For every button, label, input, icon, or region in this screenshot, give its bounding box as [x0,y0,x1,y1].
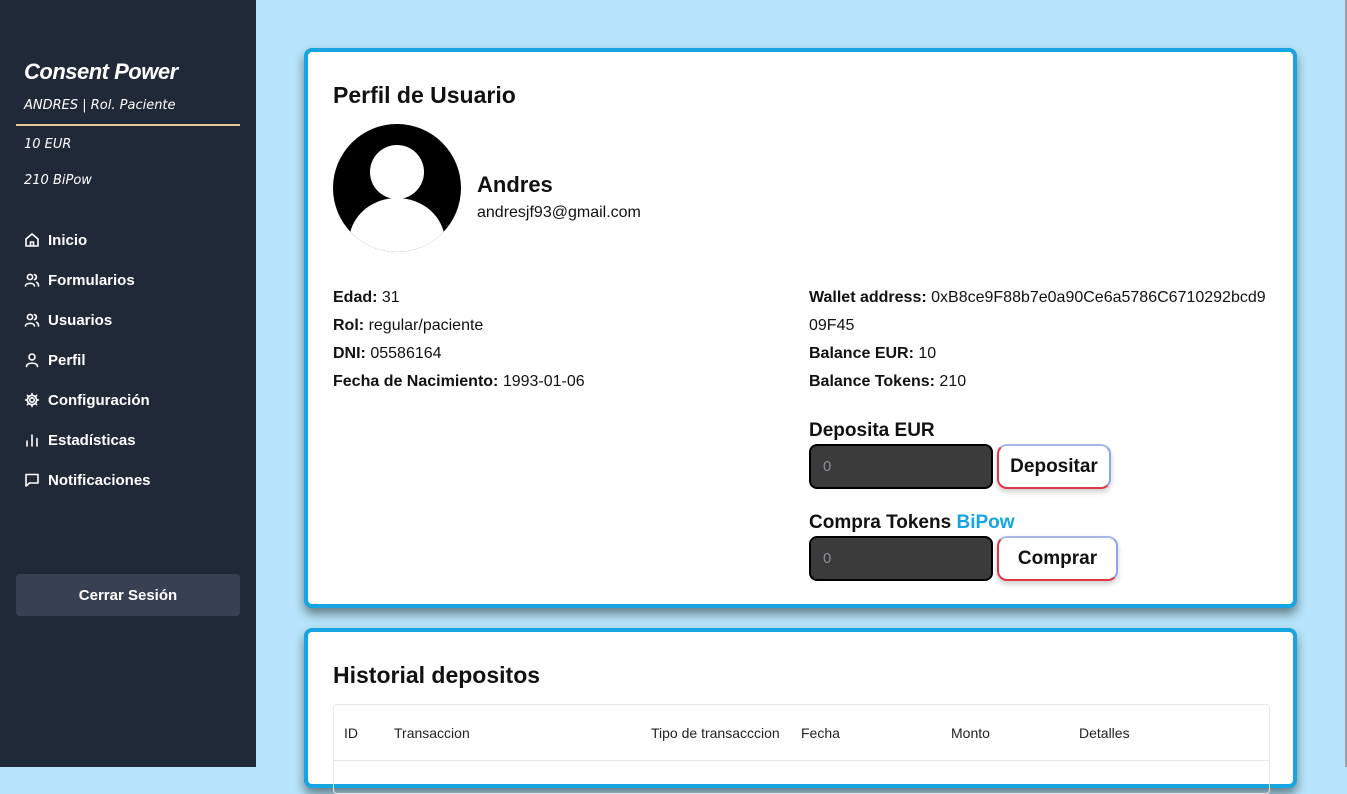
field-label: Balance EUR: [809,345,914,362]
deposit-button[interactable]: Depositar [997,444,1111,489]
column-header-monto[interactable]: Monto [951,725,990,741]
dni-row: DNI: 05586164 [333,340,585,368]
gear-icon [24,392,40,408]
field-value: 10 [918,345,937,362]
wallet-row: Wallet address: 0xB8ce9F88b7e0a90Ce6a578… [809,284,1269,340]
sidebar-item-inicio[interactable]: Inicio [24,220,151,260]
sidebar-item-formularios[interactable]: Formularios [24,260,151,300]
app-brand: Consent Power [24,59,178,84]
balance-tokens-row: Balance Tokens: 210 [809,368,1269,396]
sidebar-eur-balance: 10 EUR [24,137,72,152]
field-label: DNI: [333,345,366,362]
buy-amount-input[interactable] [809,536,993,581]
profile-email: andresjf93@gmail.com [477,204,641,221]
sidebar-item-label: Inicio [48,231,88,249]
deposit-history-card: Historial depositos ID Transaccion Tipo … [304,628,1297,794]
buy-tokens-text: Compra Tokens [809,512,957,533]
field-value: regular/paciente [368,317,484,334]
bipow-highlight: BiPow [956,512,1015,533]
sidebar-item-label: Formularios [48,271,135,289]
history-title: Historial depositos [333,662,541,688]
column-header-transaccion[interactable]: Transaccion [394,725,470,741]
sidebar-item-configuracion[interactable]: Configuración [24,380,151,420]
deposit-label: Deposita EUR [809,420,935,441]
buy-button[interactable]: Comprar [997,536,1118,581]
message-icon [24,472,40,488]
users-icon [24,272,40,288]
sidebar-item-perfil[interactable]: Perfil [24,340,151,380]
field-value: 210 [939,373,967,390]
sidebar-item-label: Configuración [48,391,150,409]
column-header-detalles[interactable]: Detalles [1079,725,1130,741]
profile-title: Perfil de Usuario [333,82,516,108]
deposit-amount-input[interactable] [809,444,993,489]
field-label: Edad: [333,289,378,306]
sidebar-item-label: Notificaciones [48,471,151,489]
field-value: 05586164 [370,345,442,362]
sidebar-item-estadisticas[interactable]: Estadísticas [24,420,151,460]
sidebar-item-usuarios[interactable]: Usuarios [24,300,151,340]
sidebar-nav: Inicio Formularios Usuarios Perfil Confi… [24,220,151,500]
field-value: 31 [381,289,400,306]
wallet-info: Wallet address: 0xB8ce9F88b7e0a90Ce6a578… [809,284,1269,396]
field-label: Wallet address: [809,289,927,306]
profile-name: Andres [477,172,553,197]
field-label: Balance Tokens: [809,373,935,390]
sidebar-divider [16,124,240,126]
buy-tokens-label: Compra Tokens BiPow [809,512,1015,534]
column-header-tipo[interactable]: Tipo de transacccion [651,725,780,741]
logout-button[interactable]: Cerrar Sesión [16,574,240,616]
birthdate-row: Fecha de Nacimiento: 1993-01-06 [333,368,585,396]
user-role-label: ANDRES | Rol. Paciente [24,98,176,113]
sidebar: Consent Power ANDRES | Rol. Paciente 10 … [0,0,256,767]
sidebar-item-label: Perfil [48,351,86,369]
column-header-fecha[interactable]: Fecha [801,725,840,741]
column-header-id[interactable]: ID [344,725,358,741]
bar-chart-icon [24,432,40,448]
users-icon [24,312,40,328]
field-value: 1993-01-06 [502,373,585,390]
user-icon [24,352,40,368]
sidebar-item-label: Estadísticas [48,431,136,449]
history-table: ID Transaccion Tipo de transacccion Fech… [333,704,1270,794]
sidebar-bipow-balance: 210 BiPow [24,173,92,188]
profile-card: Perfil de Usuario Andres andresjf93@gmai… [304,48,1297,608]
home-icon [24,232,40,248]
role-row: Rol: regular/paciente [333,312,585,340]
field-label: Rol: [333,317,365,334]
field-label: Fecha de Nacimiento: [333,373,499,390]
personal-info: Edad: 31 Rol: regular/paciente DNI: 0558… [333,284,585,396]
age-row: Edad: 31 [333,284,585,312]
avatar-icon [333,124,461,252]
table-header-divider [334,760,1269,761]
sidebar-item-notificaciones[interactable]: Notificaciones [24,460,151,500]
balance-eur-row: Balance EUR: 10 [809,340,1269,368]
sidebar-item-label: Usuarios [48,311,113,329]
